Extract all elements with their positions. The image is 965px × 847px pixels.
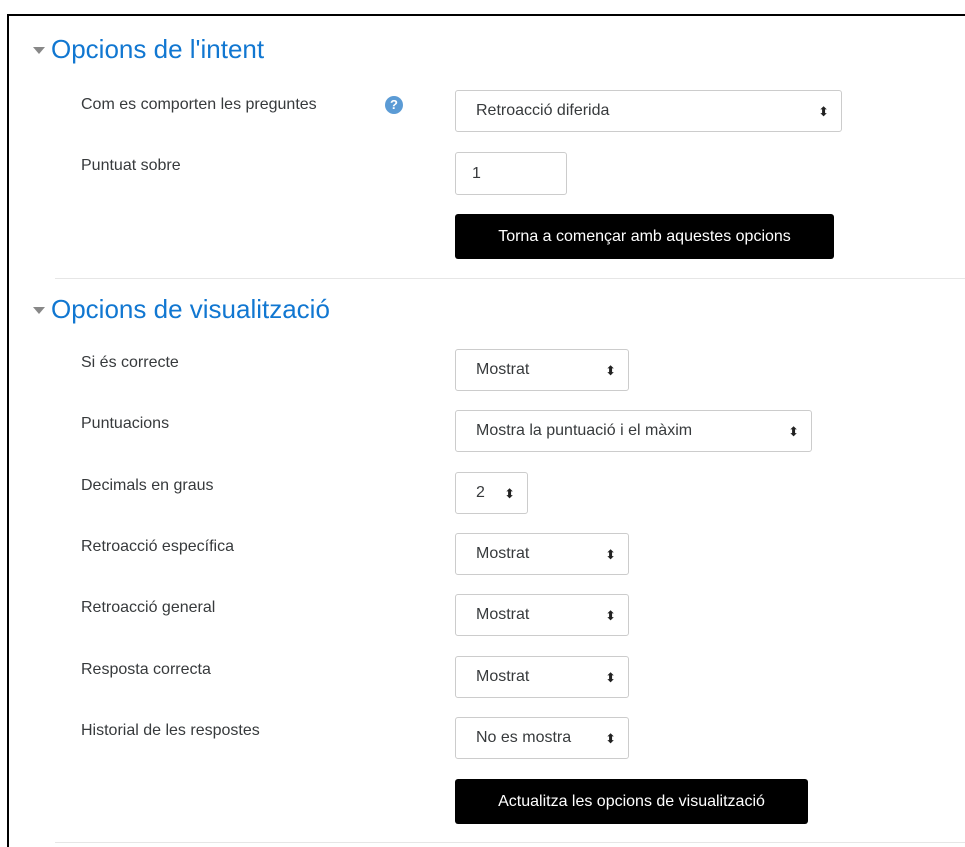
behaviour-select[interactable]: Retroacció diferida ⬍ [455,90,842,132]
caret-down-icon[interactable] [33,306,45,314]
right-answer-select[interactable]: Mostrat ⬍ [455,656,629,698]
specific-feedback-select[interactable]: Mostrat ⬍ [455,533,629,575]
select-arrows-icon: ⬍ [788,423,799,439]
marked-out-of-input[interactable]: 1 [455,152,567,195]
restart-with-options-button[interactable]: Torna a començar amb aquestes opcions [455,214,834,259]
general-feedback-label: Retroacció general [81,599,216,616]
select-value: Mostrat [476,361,530,378]
help-icon[interactable]: ? [385,96,403,114]
select-arrows-icon: ⬍ [605,669,616,685]
correctness-label: Si és correcte [81,354,179,371]
section-divider [55,842,965,843]
select-arrows-icon: ⬍ [605,730,616,746]
marked-out-of-label: Puntuat sobre [81,157,181,174]
correctness-select[interactable]: Mostrat ⬍ [455,349,629,391]
select-arrows-icon: ⬍ [605,362,616,378]
select-value: Mostrat [476,668,530,685]
section-title: Opcions de visualització [51,294,330,324]
response-history-label: Historial de les respostes [81,722,260,739]
update-display-options-button[interactable]: Actualitza les opcions de visualització [455,779,808,824]
section-header-attempt-options[interactable]: Opcions de l'intent [33,34,264,64]
general-feedback-select[interactable]: Mostrat ⬍ [455,594,629,636]
right-answer-label: Resposta correcta [81,661,211,678]
section-title: Opcions de l'intent [51,34,265,64]
select-arrows-icon: ⬍ [605,546,616,562]
decimal-places-label: Decimals en graus [81,477,214,494]
response-history-select[interactable]: No es mostra ⬍ [455,717,629,759]
section-divider [55,278,965,279]
select-value: Retroacció diferida [476,102,610,119]
select-value: Mostra la puntuació i el màxim [476,422,693,439]
marks-label: Puntuacions [81,415,170,432]
behaviour-label: Com es comporten les preguntes [81,96,317,113]
caret-down-icon[interactable] [33,46,45,54]
select-arrows-icon: ⬍ [818,103,829,119]
select-arrows-icon: ⬍ [605,607,616,623]
select-value: Mostrat [476,545,530,562]
marks-select[interactable]: Mostra la puntuació i el màxim ⬍ [455,410,812,452]
select-value: No es mostra [476,729,572,746]
select-arrows-icon: ⬍ [504,485,515,501]
select-value: 2 [476,484,485,501]
select-value: Mostrat [476,606,530,623]
specific-feedback-label: Retroacció específica [81,538,234,555]
section-header-display-options[interactable]: Opcions de visualització [33,294,330,324]
decimal-places-select[interactable]: 2 ⬍ [455,472,528,514]
